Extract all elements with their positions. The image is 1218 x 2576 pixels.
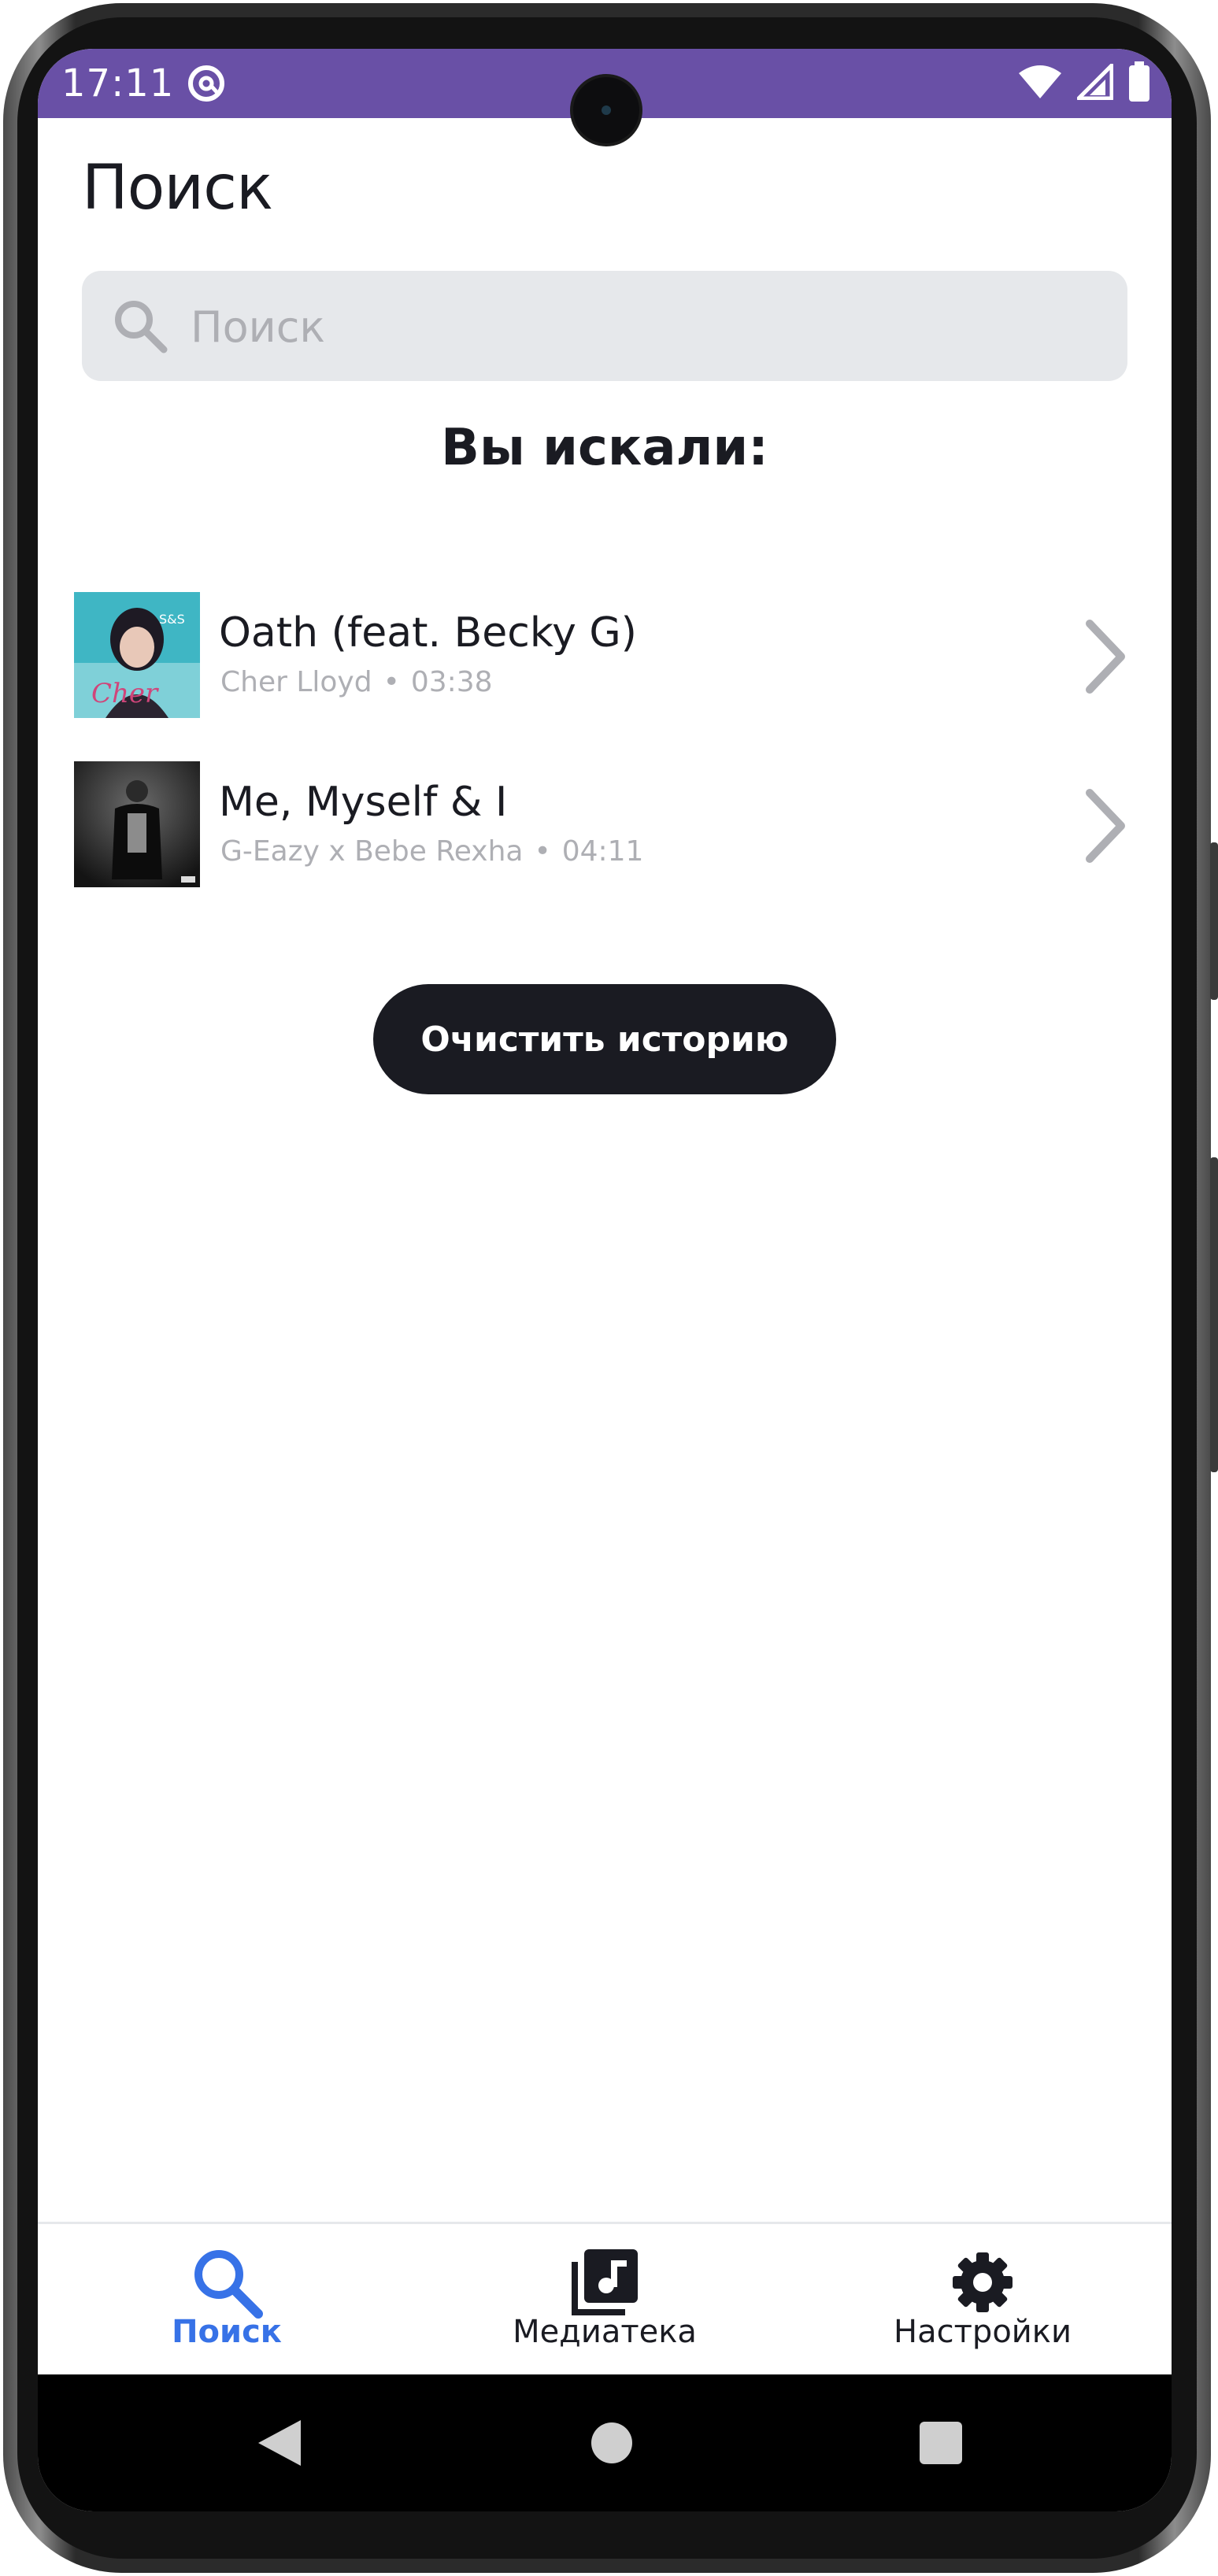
wifi-icon <box>1019 65 1061 98</box>
battery-icon <box>1129 61 1150 102</box>
nav-item-library[interactable]: Медиатека <box>416 2224 794 2377</box>
settings-gear-icon <box>953 2252 1013 2312</box>
recents-icon[interactable] <box>913 2415 968 2471</box>
chevron-right-icon <box>1086 789 1125 863</box>
nav-item-settings[interactable]: Настройки <box>794 2224 1172 2377</box>
home-icon[interactable] <box>584 2415 639 2471</box>
track-duration: 03:38 <box>410 666 493 698</box>
nav-item-search[interactable]: Поиск <box>38 2224 416 2377</box>
meta-separator: • <box>383 666 400 698</box>
track-meta: G-Eazy x Bebe Rexha • 04:11 <box>220 835 643 868</box>
nav-label: Поиск <box>172 2314 282 2350</box>
phone-frame: 17:11 Поиск Поиск Вы искали: Cher S&S Oa… <box>0 0 1218 2576</box>
status-time: 17:11 <box>61 61 175 105</box>
track-artist: Cher Lloyd <box>220 666 372 698</box>
svg-text:Cher: Cher <box>91 678 159 709</box>
track-title: Me, Myself & I <box>219 779 508 826</box>
at-sign-icon <box>188 65 224 102</box>
front-camera <box>573 77 639 143</box>
track-meta: Cher Lloyd • 03:38 <box>220 666 493 698</box>
search-box[interactable] <box>82 271 1127 381</box>
system-navigation-bar <box>38 2374 1172 2511</box>
clear-history-button[interactable]: Очистить историю <box>373 984 836 1094</box>
nav-label: Настройки <box>894 2314 1072 2350</box>
track-title: Oath (feat. Becky G) <box>219 609 637 657</box>
page-title: Поиск <box>82 153 273 224</box>
album-cover <box>74 761 200 887</box>
volume-button <box>1210 842 1218 1000</box>
chevron-right-icon <box>1086 620 1125 694</box>
meta-separator: • <box>534 835 551 868</box>
search-input[interactable] <box>189 294 1098 359</box>
history-title: Вы искали: <box>441 419 768 477</box>
track-item[interactable]: Cher S&S Oath (feat. Becky G) Cher Lloyd… <box>38 592 1172 731</box>
bottom-navigation: Поиск Медиатека Настройки <box>38 2222 1172 2377</box>
library-music-icon <box>572 2249 638 2315</box>
track-item[interactable]: Me, Myself & I G-Eazy x Bebe Rexha • 04:11 <box>38 761 1172 900</box>
track-duration: 04:11 <box>561 835 644 868</box>
search-icon <box>194 2250 263 2319</box>
app-screen: 17:11 Поиск Поиск Вы искали: Cher S&S Oa… <box>38 49 1172 2511</box>
nav-label: Медиатека <box>513 2314 697 2350</box>
back-icon[interactable] <box>252 2415 307 2471</box>
track-artist: G-Eazy x Bebe Rexha <box>220 835 524 868</box>
search-icon <box>115 301 168 353</box>
album-cover: Cher S&S <box>74 592 200 718</box>
power-button <box>1210 1157 1218 1472</box>
signal-icon <box>1077 64 1113 100</box>
svg-text:S&S: S&S <box>159 612 185 627</box>
